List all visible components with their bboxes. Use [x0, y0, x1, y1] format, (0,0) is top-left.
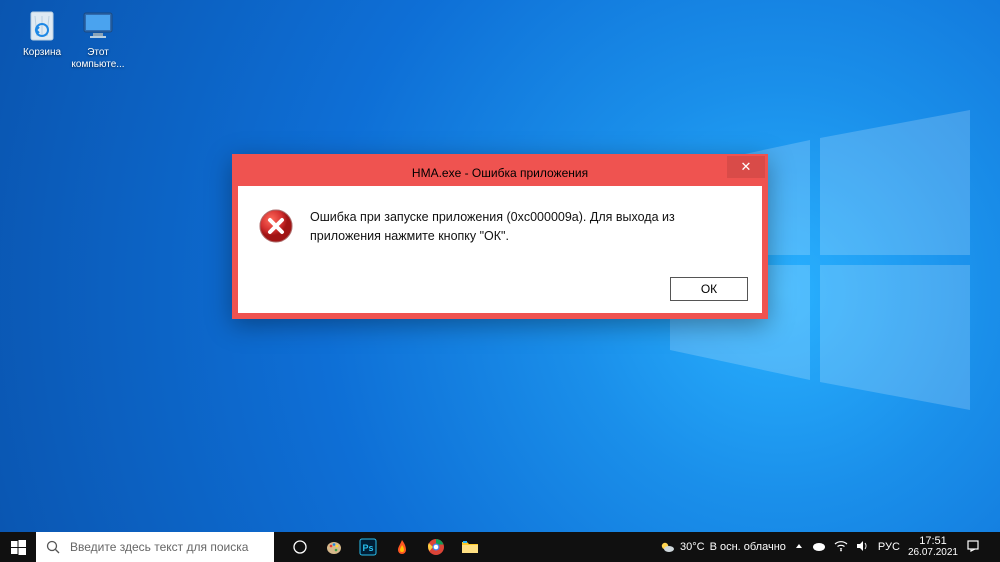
weather-text: В осн. облачно — [710, 541, 786, 553]
clock-date: 26.07.2021 — [908, 547, 958, 559]
system-tray: 30°C В осн. облачно — [659, 532, 1000, 562]
dialog-body: Ошибка при запуске приложения (0xc000009… — [238, 186, 762, 267]
palette-icon — [325, 538, 343, 556]
error-dialog: HMA.exe - Ошибка приложения ✕ — [232, 154, 768, 319]
desktop-icon-label: Этот компьюте... — [70, 47, 126, 71]
clock-time: 17:51 — [908, 535, 958, 547]
tray-weather[interactable]: 30°C В осн. облачно — [659, 539, 786, 555]
tray-clock[interactable]: 17:51 26.07.2021 — [908, 535, 958, 559]
desktop: Корзина Этот компьюте... HMA.exe - Ошибк… — [0, 0, 1000, 562]
taskbar-app-cortana[interactable] — [284, 532, 316, 562]
taskbar-app-ccleaner[interactable] — [386, 532, 418, 562]
dialog-button-row: ОК — [238, 267, 762, 313]
photoshop-icon: Ps — [359, 538, 377, 556]
tray-overflow-icon[interactable] — [794, 541, 804, 554]
svg-text:Ps: Ps — [362, 543, 373, 553]
search-input[interactable]: Введите здесь текст для поиска — [36, 532, 274, 562]
search-placeholder: Введите здесь текст для поиска — [70, 540, 248, 554]
taskbar: Введите здесь текст для поиска Ps — [0, 532, 1000, 562]
tray-lang[interactable]: РУС — [878, 541, 900, 553]
weather-icon — [659, 539, 675, 555]
tray-volume-icon[interactable] — [856, 540, 870, 555]
taskbar-apps: Ps — [274, 532, 486, 562]
taskbar-app-paint[interactable] — [318, 532, 350, 562]
flame-icon — [393, 538, 411, 556]
weather-temp: 30°C — [680, 541, 705, 553]
close-button[interactable]: ✕ — [727, 156, 765, 178]
tray-wifi-icon[interactable] — [834, 540, 848, 555]
search-icon — [46, 540, 60, 554]
tray-icons: РУС — [794, 540, 900, 555]
taskbar-app-chrome[interactable] — [420, 532, 452, 562]
dialog-titlebar[interactable]: HMA.exe - Ошибка приложения ✕ — [238, 160, 762, 186]
desktop-icon-label: Корзина — [14, 47, 70, 59]
tray-onedrive-icon[interactable] — [812, 540, 826, 555]
computer-icon — [79, 6, 117, 44]
dialog-title: HMA.exe - Ошибка приложения — [238, 166, 762, 180]
windows-icon — [11, 540, 26, 555]
folder-icon — [461, 539, 479, 555]
recycle-bin-icon — [23, 6, 61, 44]
ok-button[interactable]: ОК — [670, 277, 748, 301]
circle-icon — [292, 539, 308, 555]
tray-notifications-icon[interactable] — [966, 539, 980, 556]
taskbar-app-photoshop[interactable]: Ps — [352, 532, 384, 562]
error-icon — [258, 208, 294, 249]
desktop-icon-this-pc[interactable]: Этот компьюте... — [70, 6, 126, 71]
chrome-icon — [427, 538, 445, 556]
dialog-message: Ошибка при запуске приложения (0xc000009… — [310, 208, 736, 249]
start-button[interactable] — [0, 532, 36, 562]
close-icon: ✕ — [741, 159, 752, 175]
taskbar-app-explorer[interactable] — [454, 532, 486, 562]
desktop-icon-recycle-bin[interactable]: Корзина — [14, 6, 70, 59]
